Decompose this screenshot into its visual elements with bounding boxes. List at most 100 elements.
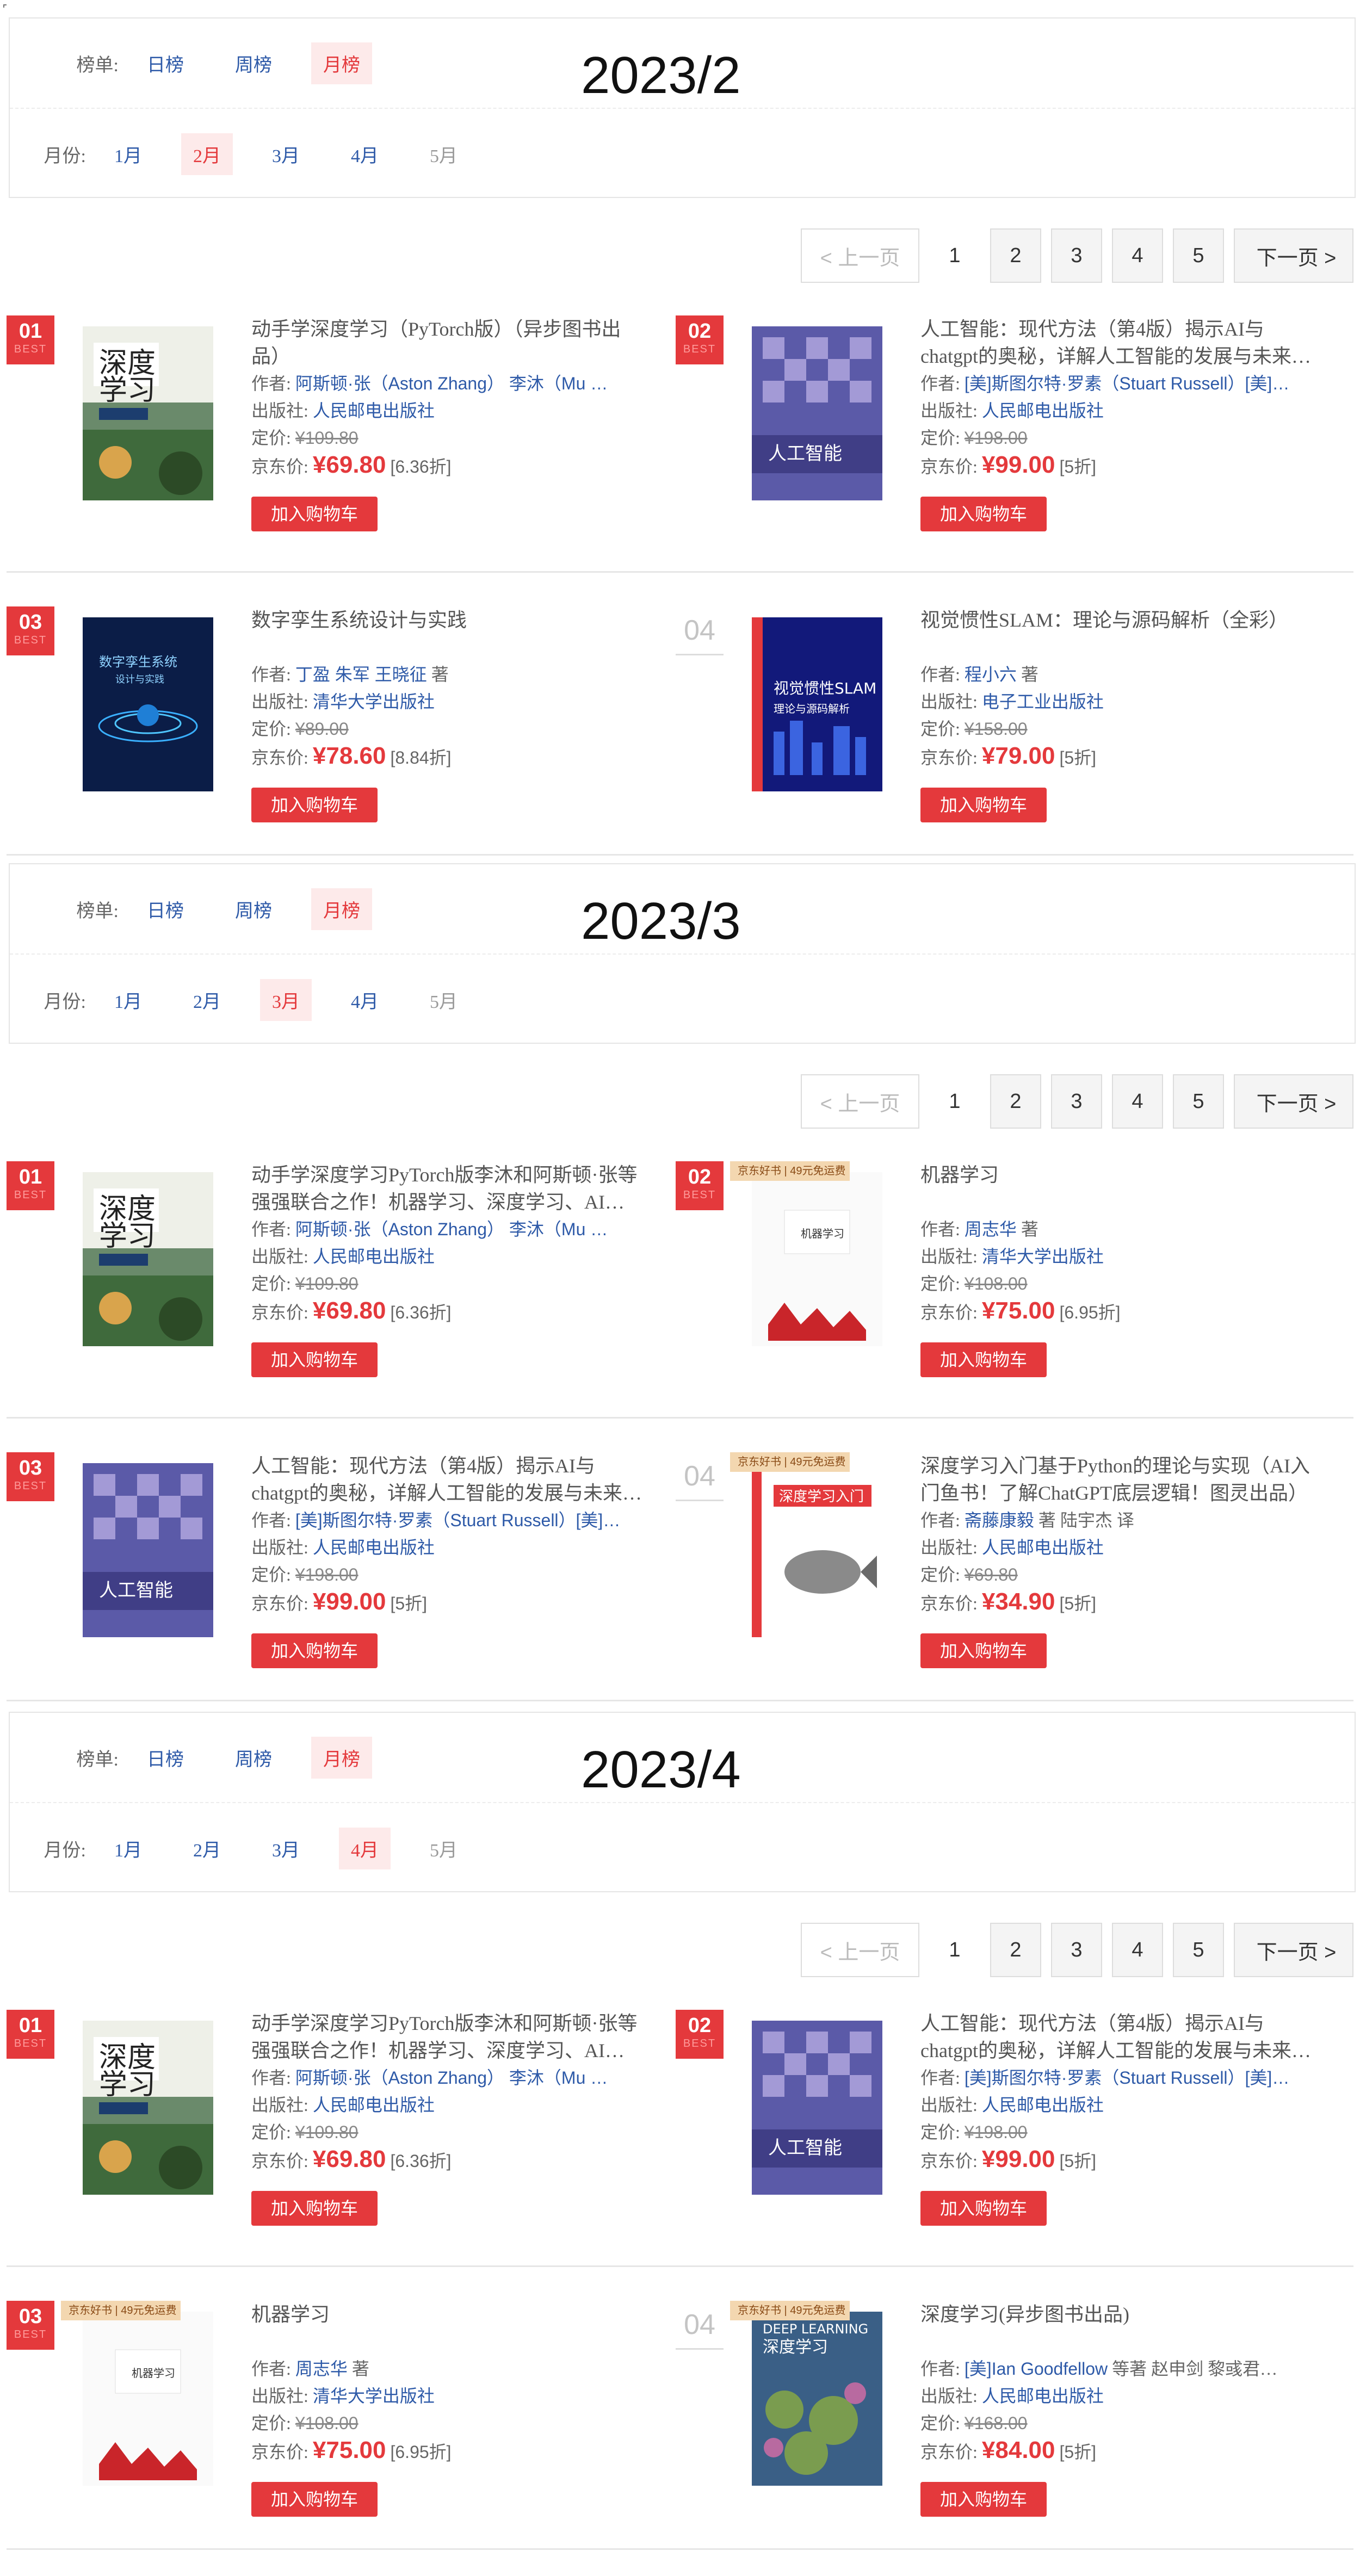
tab-weekly[interactable]: 周榜 <box>223 888 284 930</box>
book-title[interactable]: 数字孪生系统设计与实践 <box>251 606 643 661</box>
publisher-link[interactable]: 人民邮电出版社 <box>313 401 435 420</box>
book-title[interactable]: 人工智能：现代方法（第4版）揭示AI与chatgpt的奥秘，详解人工智能的发展与… <box>920 2010 1312 2064</box>
book-cover[interactable]: 深度 学习 <box>83 2021 213 2195</box>
prev-page-button[interactable]: < 上一页 <box>801 1074 919 1129</box>
tab-weekly[interactable]: 周榜 <box>223 42 284 84</box>
publisher-link[interactable]: 清华大学出版社 <box>313 2386 435 2406</box>
month-1[interactable]: 1月 <box>102 1828 154 1869</box>
publisher-link[interactable]: 人民邮电出版社 <box>313 1247 435 1266</box>
month-2[interactable]: 2月 <box>181 1828 233 1869</box>
page-5[interactable]: 5 <box>1173 1074 1224 1129</box>
publisher-link[interactable]: 清华大学出版社 <box>313 692 435 711</box>
author-link[interactable]: [美]斯图尔特·罗素（Stuart Russell）[美]… <box>965 2068 1289 2088</box>
next-page-button[interactable]: 下一页 > <box>1234 228 1353 283</box>
page-3[interactable]: 3 <box>1051 228 1102 283</box>
prev-page-button[interactable]: < 上一页 <box>801 228 919 283</box>
page-1[interactable]: 1 <box>929 228 980 283</box>
add-to-cart-button[interactable]: 加入购物车 <box>251 2482 378 2517</box>
page-4[interactable]: 4 <box>1112 1923 1163 1977</box>
next-page-button[interactable]: 下一页 > <box>1234 1074 1353 1129</box>
book-cover[interactable]: 深度学习入门 <box>752 1463 882 1637</box>
add-to-cart-button[interactable]: 加入购物车 <box>251 497 378 531</box>
author-link[interactable]: 阿斯顿·张（Aston Zhang） 李沐（Mu … <box>295 1219 608 1239</box>
page-1[interactable]: 1 <box>929 1923 980 1977</box>
book-cover[interactable]: 人工智能 <box>83 1463 213 1637</box>
tab-monthly[interactable]: 月榜 <box>311 888 372 930</box>
publisher-link[interactable]: 人民邮电出版社 <box>982 2386 1104 2406</box>
tab-monthly[interactable]: 月榜 <box>311 42 372 84</box>
add-to-cart-button[interactable]: 加入购物车 <box>920 2482 1047 2517</box>
page-5[interactable]: 5 <box>1173 1923 1224 1977</box>
publisher-link[interactable]: 人民邮电出版社 <box>982 2095 1104 2115</box>
book-title[interactable]: 视觉惯性SLAM：理论与源码解析（全彩） <box>920 606 1312 661</box>
book-title[interactable]: 深度学习入门基于Python的理论与实现（AI入门鱼书！了解ChatGPT底层逻… <box>920 1452 1312 1507</box>
month-2[interactable]: 2月 <box>181 979 233 1021</box>
author-link[interactable]: 丁盈 朱军 王晓征 <box>295 665 427 684</box>
add-to-cart-button[interactable]: 加入购物车 <box>251 2191 378 2226</box>
tab-daily[interactable]: 日榜 <box>135 1737 196 1779</box>
month-1[interactable]: 1月 <box>102 133 154 175</box>
publisher-link[interactable]: 人民邮电出版社 <box>313 2095 435 2115</box>
month-4[interactable]: 4月 <box>339 1827 391 1869</box>
author-link[interactable]: [美]斯图尔特·罗素（Stuart Russell）[美]… <box>965 374 1289 393</box>
month-3[interactable]: 3月 <box>260 1828 312 1869</box>
publisher-link[interactable]: 人民邮电出版社 <box>313 1538 435 1557</box>
book-title[interactable]: 人工智能：现代方法（第4版）揭示AI与chatgpt的奥秘，详解人工智能的发展与… <box>920 315 1312 370</box>
add-to-cart-button[interactable]: 加入购物车 <box>251 1633 378 1668</box>
book-cover[interactable]: 机器学习 <box>752 1172 882 1346</box>
publisher-link[interactable]: 电子工业出版社 <box>982 692 1104 711</box>
author-link[interactable]: [美]Ian Goodfellow <box>965 2359 1108 2379</box>
author-link[interactable]: 斋藤康毅 <box>965 1510 1034 1530</box>
book-title[interactable]: 深度学习(异步图书出品) <box>920 2301 1312 2355</box>
book-title[interactable]: 动手学深度学习PyTorch版李沐和阿斯顿·张等强强联合之作！机器学习、深度学习… <box>251 2010 643 2064</box>
book-cover[interactable]: 深度 学习 <box>83 326 213 500</box>
month-3[interactable]: 3月 <box>260 979 312 1021</box>
tab-weekly[interactable]: 周榜 <box>223 1737 284 1779</box>
book-cover[interactable]: 机器学习 <box>83 2312 213 2486</box>
book-title[interactable]: 动手学深度学习（PyTorch版）（异步图书出品） <box>251 315 643 370</box>
author-link[interactable]: [美]斯图尔特·罗素（Stuart Russell）[美]… <box>295 1510 620 1530</box>
month-4[interactable]: 4月 <box>339 133 391 175</box>
publisher-link[interactable]: 人民邮电出版社 <box>982 401 1104 420</box>
next-page-button[interactable]: 下一页 > <box>1234 1923 1353 1977</box>
author-link[interactable]: 阿斯顿·张（Aston Zhang） 李沐（Mu … <box>295 374 608 393</box>
author-link[interactable]: 阿斯顿·张（Aston Zhang） 李沐（Mu … <box>295 2068 608 2088</box>
tab-daily[interactable]: 日榜 <box>135 888 196 930</box>
page-1[interactable]: 1 <box>929 1074 980 1129</box>
book-cover[interactable]: 人工智能 <box>752 326 882 500</box>
book-cover[interactable]: 人工智能 <box>752 2021 882 2195</box>
book-title[interactable]: 动手学深度学习PyTorch版李沐和阿斯顿·张等强强联合之作！机器学习、深度学习… <box>251 1161 643 1216</box>
tab-monthly[interactable]: 月榜 <box>311 1736 372 1779</box>
month-4[interactable]: 4月 <box>339 979 391 1021</box>
month-1[interactable]: 1月 <box>102 979 154 1021</box>
add-to-cart-button[interactable]: 加入购物车 <box>920 2191 1047 2226</box>
page-2[interactable]: 2 <box>990 1923 1041 1977</box>
page-4[interactable]: 4 <box>1112 1074 1163 1129</box>
page-5[interactable]: 5 <box>1173 228 1224 283</box>
page-2[interactable]: 2 <box>990 1074 1041 1129</box>
book-cover[interactable]: 视觉惯性SLAM 理论与源码解析 <box>752 617 882 791</box>
book-cover[interactable]: 深度 学习 <box>83 1172 213 1346</box>
publisher-link[interactable]: 清华大学出版社 <box>982 1247 1104 1266</box>
tab-daily[interactable]: 日榜 <box>135 42 196 84</box>
add-to-cart-button[interactable]: 加入购物车 <box>251 788 378 822</box>
month-3[interactable]: 3月 <box>260 133 312 175</box>
page-3[interactable]: 3 <box>1051 1074 1102 1129</box>
book-cover[interactable]: 数字孪生系统 设计与实践 <box>83 617 213 791</box>
book-title[interactable]: 机器学习 <box>251 2301 643 2355</box>
add-to-cart-button[interactable]: 加入购物车 <box>920 1342 1047 1377</box>
book-title[interactable]: 人工智能：现代方法（第4版）揭示AI与chatgpt的奥秘，详解人工智能的发展与… <box>251 1452 643 1507</box>
add-to-cart-button[interactable]: 加入购物车 <box>920 1633 1047 1668</box>
publisher-link[interactable]: 人民邮电出版社 <box>982 1538 1104 1557</box>
add-to-cart-button[interactable]: 加入购物车 <box>920 788 1047 822</box>
page-4[interactable]: 4 <box>1112 228 1163 283</box>
author-link[interactable]: 程小六 <box>965 665 1017 684</box>
page-2[interactable]: 2 <box>990 228 1041 283</box>
book-title[interactable]: 机器学习 <box>920 1161 1312 1216</box>
page-3[interactable]: 3 <box>1051 1923 1102 1977</box>
author-link[interactable]: 周志华 <box>295 2359 348 2379</box>
prev-page-button[interactable]: < 上一页 <box>801 1923 919 1977</box>
month-2[interactable]: 2月 <box>181 133 233 175</box>
author-link[interactable]: 周志华 <box>965 1219 1017 1239</box>
add-to-cart-button[interactable]: 加入购物车 <box>251 1342 378 1377</box>
